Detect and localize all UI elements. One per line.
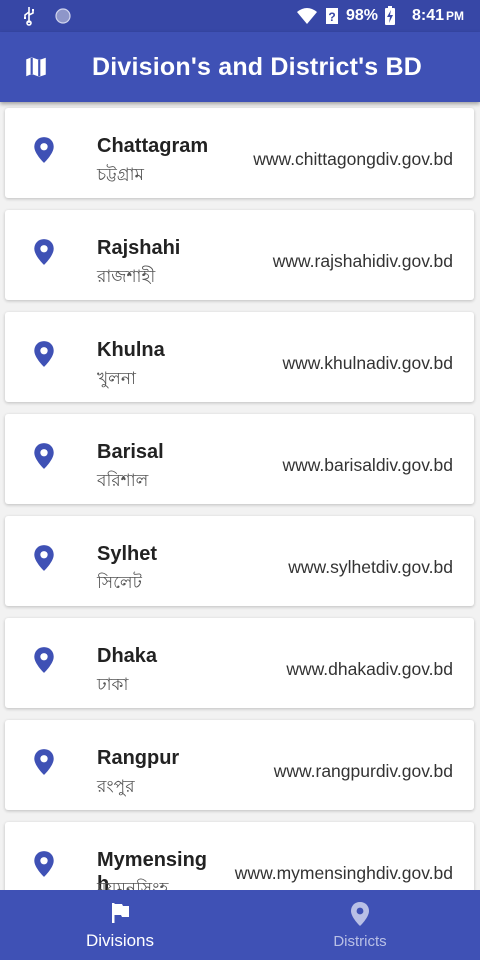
division-name: Khulna — [97, 339, 165, 361]
notification-dot-icon — [55, 8, 71, 24]
nav-label-districts: Districts — [333, 933, 387, 950]
location-pin-icon — [34, 137, 54, 163]
division-card[interactable]: Chattagram চট্টগ্রাম www.chittagongdiv.gov… — [5, 108, 474, 198]
division-name-bangla: ঢাকা — [97, 675, 129, 695]
signal-unknown-icon: ? — [325, 8, 338, 24]
location-pin-icon — [34, 749, 54, 775]
division-website-link[interactable]: www.khulnadiv.gov.bd — [282, 353, 453, 374]
division-name-bangla: রাজশাহী — [97, 267, 156, 287]
division-name-bangla: সিলেট — [97, 573, 142, 593]
division-card[interactable]: Rangpur রংপুর www.rangpurdiv.gov.bd — [5, 720, 474, 810]
division-website-link[interactable]: www.rangpurdiv.gov.bd — [274, 761, 453, 782]
nav-label-divisions: Divisions — [85, 931, 155, 950]
map-icon[interactable] — [23, 54, 49, 80]
svg-text:?: ? — [328, 10, 335, 24]
division-name-bangla: ময়মনসিংহ — [97, 879, 169, 890]
division-name-bangla: বরিশাল — [97, 471, 149, 491]
battery-charging-icon — [384, 6, 395, 25]
division-card[interactable]: Barisal বরিশাল www.barisaldiv.gov.bd — [5, 414, 474, 504]
nav-item-districts[interactable]: Districts — [240, 890, 480, 960]
division-name-bangla: চট্টগ্রাম — [97, 165, 144, 185]
wifi-icon — [296, 8, 317, 24]
page-title: Division's and District's BD — [92, 52, 423, 81]
usb-icon — [24, 7, 34, 26]
bottom-navigation: Divisions Districts — [0, 890, 480, 960]
division-website-link[interactable]: www.chittagongdiv.gov.bd — [253, 149, 453, 170]
flag-icon — [112, 903, 129, 923]
division-website-link[interactable]: www.rajshahidiv.gov.bd — [273, 251, 453, 272]
location-pin-icon — [34, 341, 54, 367]
division-name-bangla: খুলনা — [97, 369, 136, 389]
division-website-link[interactable]: www.mymensinghdiv.gov.bd — [235, 863, 453, 884]
division-website-link[interactable]: www.dhakadiv.gov.bd — [286, 659, 453, 680]
division-name: Rajshahi — [97, 237, 181, 259]
division-name: Chattagram — [97, 135, 209, 157]
location-pin-icon — [351, 902, 369, 926]
app-bar: Division's and District's BD — [0, 32, 480, 102]
division-card[interactable]: Sylhet সিলেট www.sylhetdiv.gov.bd — [5, 516, 474, 606]
location-pin-icon — [34, 239, 54, 265]
status-bar: ? 98% 8:41 PM — [0, 0, 480, 32]
location-pin-icon — [34, 443, 54, 469]
clock-time: 8:41 — [411, 7, 444, 24]
division-card[interactable]: Dhaka ঢাকা www.dhakadiv.gov.bd — [5, 618, 474, 708]
location-pin-icon — [34, 851, 54, 877]
division-name: Sylhet — [97, 543, 158, 565]
division-website-link[interactable]: www.barisaldiv.gov.bd — [282, 455, 453, 476]
battery-percent: 98% — [345, 7, 378, 24]
location-pin-icon — [34, 545, 54, 571]
division-name: Rangpur — [97, 747, 180, 769]
division-name: Dhaka — [97, 645, 158, 667]
division-list[interactable]: Chattagram চট্টগ্রাম www.chittagongdiv.gov… — [0, 102, 480, 890]
division-card[interactable]: Rajshahi রাজশাহী www.rajshahidiv.gov.bd — [5, 210, 474, 300]
division-name-bangla: রংপুর — [97, 777, 135, 797]
division-website-link[interactable]: www.sylhetdiv.gov.bd — [288, 557, 453, 578]
clock: 8:41 PM — [412, 7, 464, 25]
division-card[interactable]: Mymensingh ময়মনসিংহ www.mymensinghdiv.gov… — [5, 822, 474, 890]
division-card[interactable]: Khulna খুলনা www.khulnadiv.gov.bd — [5, 312, 474, 402]
location-pin-icon — [34, 647, 54, 673]
nav-item-divisions[interactable]: Divisions — [0, 890, 240, 960]
division-name: Barisal — [97, 441, 164, 463]
clock-ampm: PM — [446, 9, 464, 23]
